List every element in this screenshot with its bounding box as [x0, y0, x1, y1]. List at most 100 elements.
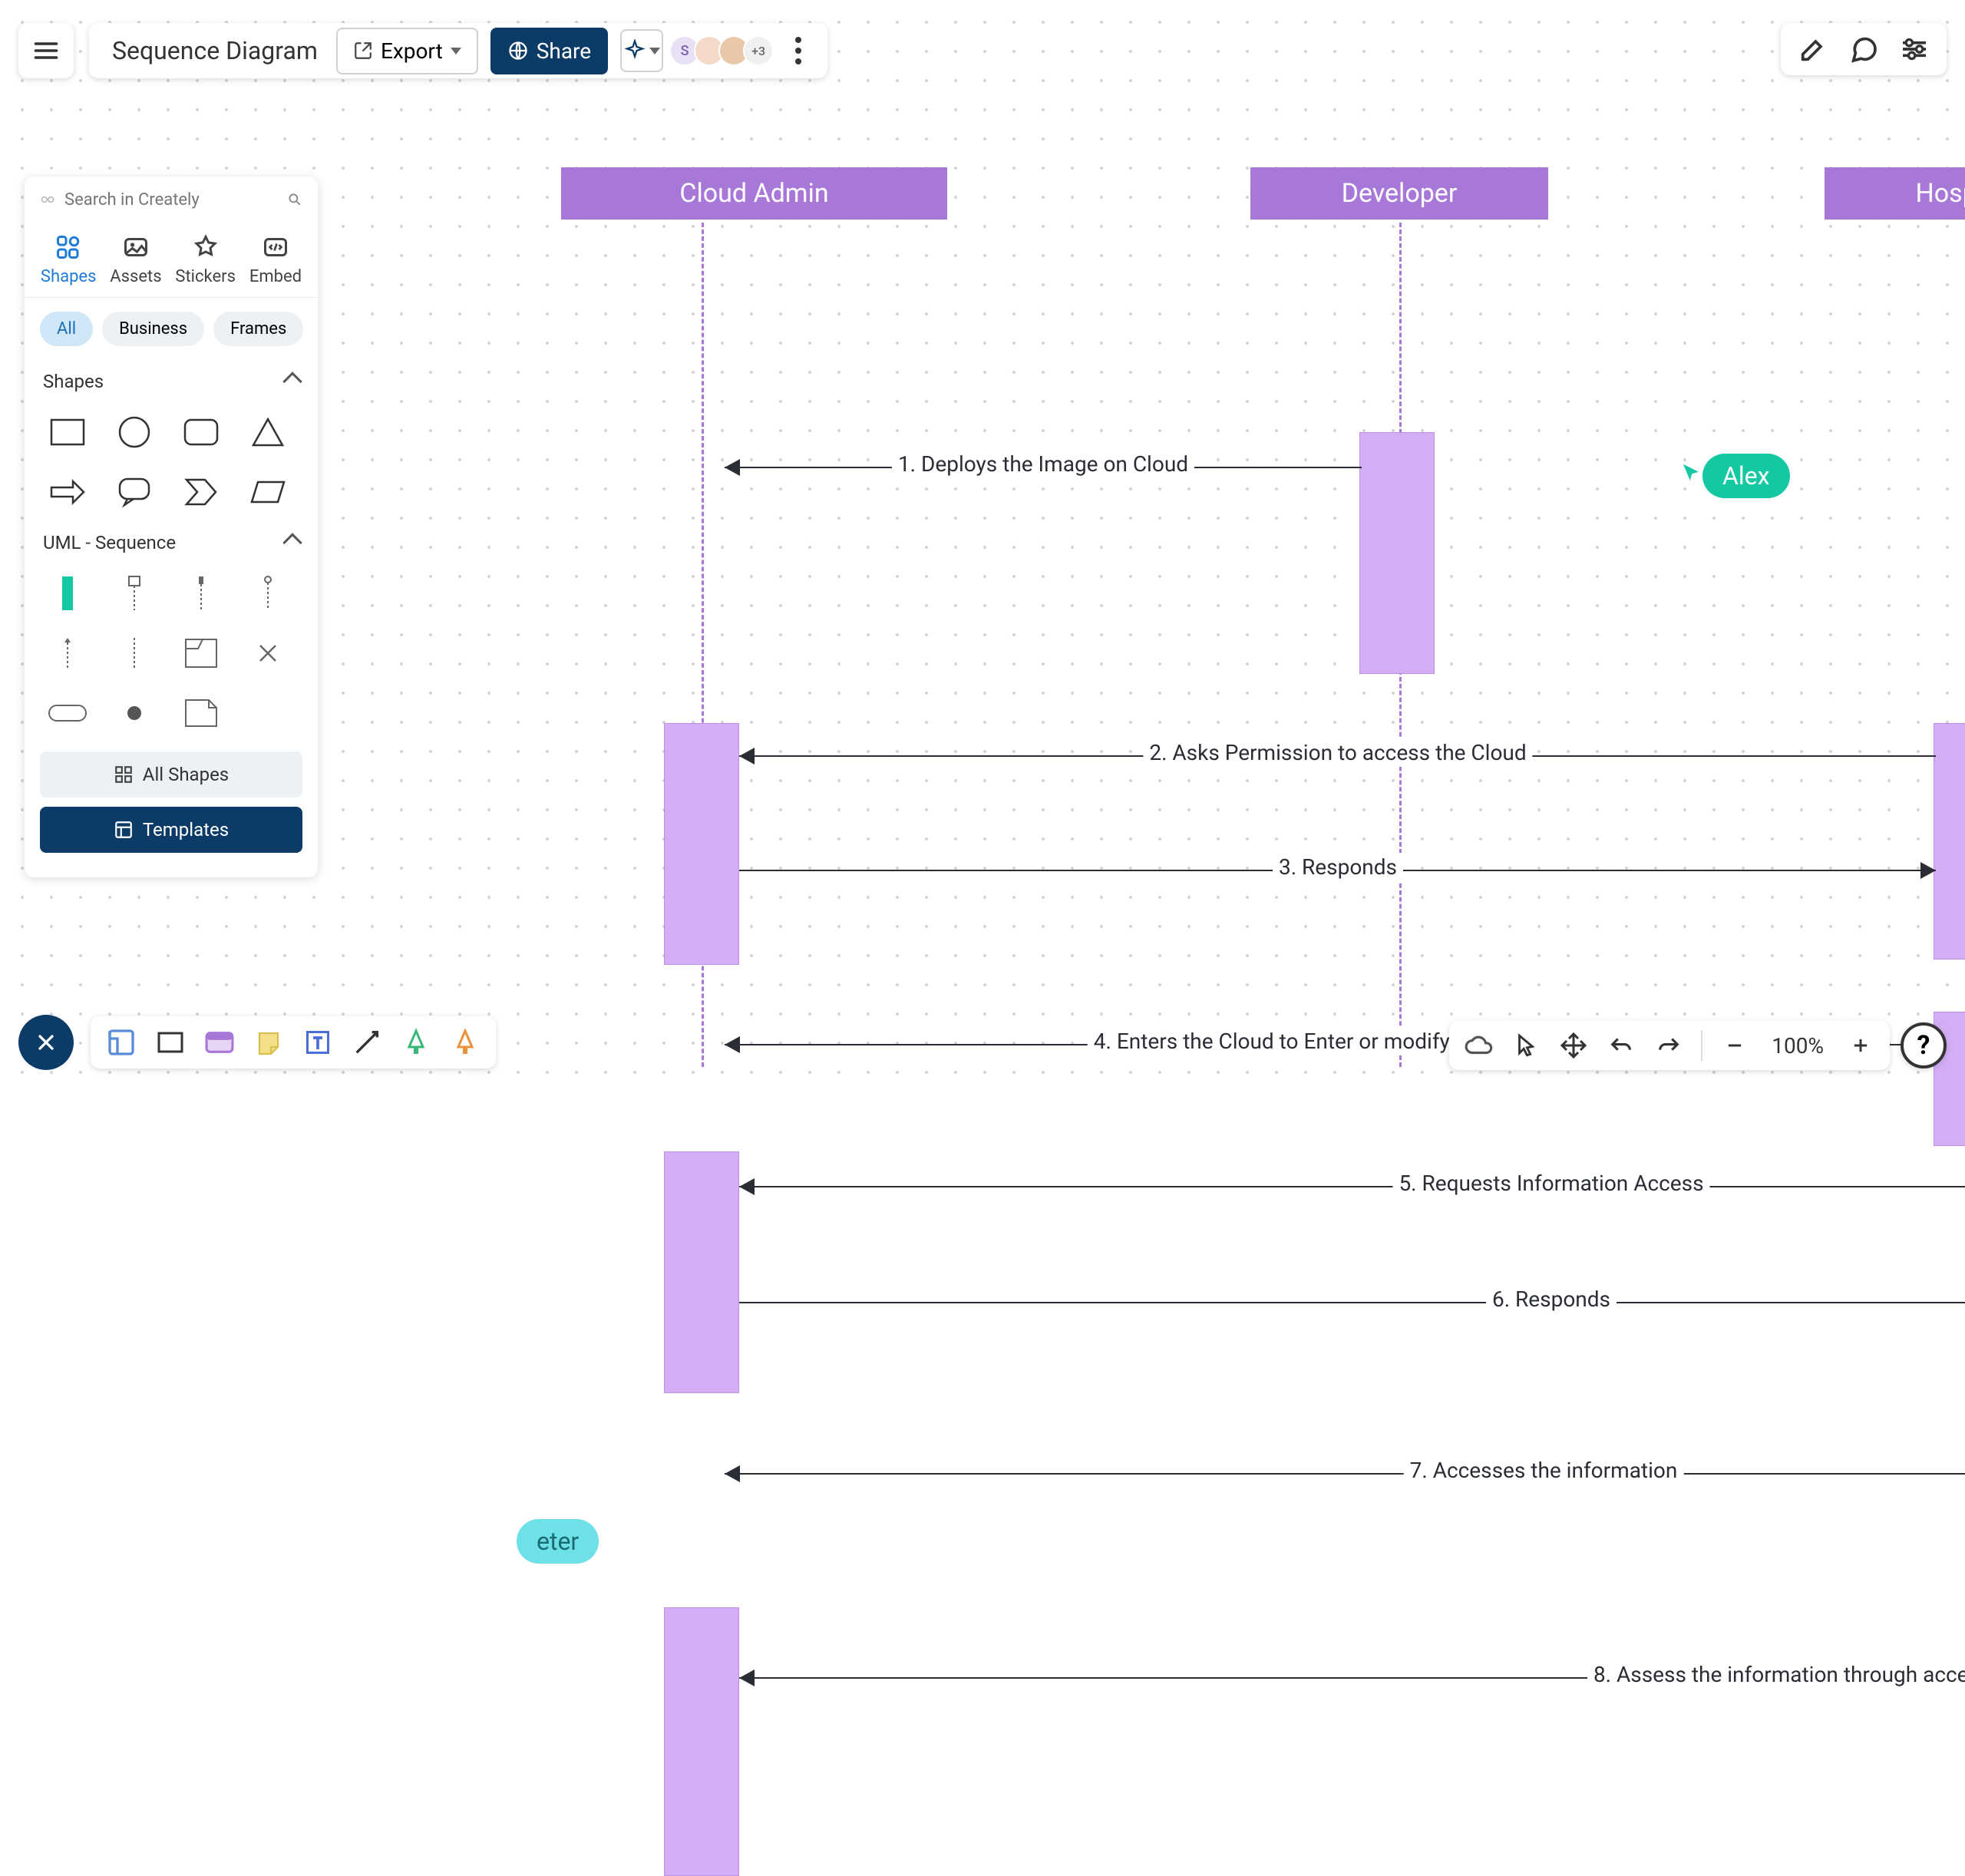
menu-button[interactable]	[18, 23, 74, 78]
document-title[interactable]: Sequence Diagram	[106, 36, 324, 65]
uml-fragment[interactable]	[180, 632, 223, 675]
chip-business[interactable]: Business	[102, 312, 204, 346]
arrow-head-icon	[1920, 862, 1936, 879]
tool-rect[interactable]	[154, 1026, 187, 1059]
shape-rectangle[interactable]	[46, 411, 89, 454]
message-label: 8. Assess the information through access…	[1587, 1660, 1965, 1689]
cursor-pointer-icon	[1679, 461, 1702, 484]
tool-card[interactable]	[203, 1026, 236, 1059]
hamburger-icon	[32, 37, 60, 64]
message-line[interactable]	[739, 1302, 1965, 1303]
comment-icon[interactable]	[1848, 34, 1879, 64]
tool-frame[interactable]	[104, 1026, 138, 1059]
pan-tool[interactable]	[1558, 1030, 1589, 1061]
shapes-panel: Shapes Assets Stickers Embed All Busines…	[25, 177, 318, 877]
shape-circle[interactable]	[113, 411, 156, 454]
tab-stickers[interactable]: Stickers	[175, 233, 236, 286]
section-shapes-header[interactable]: Shapes	[25, 360, 318, 403]
templates-label: Templates	[143, 819, 229, 841]
arrow-head-icon	[739, 1670, 755, 1686]
search-input[interactable]	[64, 190, 278, 210]
activation-bar[interactable]	[664, 1607, 739, 1876]
close-icon	[34, 1030, 58, 1055]
collaborator-cursor-alex: Alex	[1679, 451, 1790, 498]
export-label: Export	[381, 38, 443, 64]
more-options-button[interactable]	[786, 32, 811, 69]
help-button[interactable]: ?	[1901, 1022, 1947, 1068]
section-uml-header[interactable]: UML - Sequence	[25, 521, 318, 564]
search-row	[25, 177, 318, 223]
message-line[interactable]	[725, 1473, 1965, 1475]
activation-bar[interactable]	[1934, 723, 1965, 959]
tab-embed[interactable]: Embed	[249, 233, 302, 286]
top-right-toolbar	[1781, 23, 1947, 75]
message-label: 5. Requests Information Access	[1392, 1169, 1709, 1197]
cloud-sync-icon[interactable]	[1463, 1030, 1494, 1061]
cursor-tool[interactable]	[1511, 1030, 1541, 1061]
top-toolbar: Sequence Diagram Export Share S +3	[18, 23, 827, 78]
tool-highlighter[interactable]	[448, 1026, 482, 1059]
uml-destroy[interactable]	[246, 632, 289, 675]
zoom-level[interactable]: 100%	[1767, 1033, 1828, 1059]
uml-lifeline-arrow[interactable]	[46, 632, 89, 675]
collaborator-avatars[interactable]: S +3	[675, 35, 774, 66]
actor-hospitals[interactable]: Hospitals	[1825, 167, 1965, 220]
globe-icon	[507, 40, 529, 61]
chip-all[interactable]: All	[40, 312, 93, 346]
sidebar-tabs: Shapes Assets Stickers Embed	[25, 223, 318, 298]
activation-bar[interactable]	[664, 723, 739, 965]
message-label: 7. Accesses the information	[1404, 1456, 1684, 1485]
collaborator-cursor-eter: eter	[517, 1516, 599, 1564]
shape-rounded-rect[interactable]	[180, 411, 223, 454]
zoom-in-button[interactable]	[1845, 1030, 1876, 1061]
uml-note[interactable]	[180, 692, 223, 735]
tab-assets[interactable]: Assets	[110, 233, 161, 286]
chip-frames[interactable]: Frames	[213, 312, 303, 346]
section-uml-label: UML - Sequence	[43, 532, 176, 553]
tool-connector[interactable]	[350, 1026, 384, 1059]
chevron-up-icon	[282, 372, 302, 391]
uml-lifeline-open[interactable]	[246, 572, 289, 615]
all-shapes-button[interactable]: All Shapes	[40, 751, 302, 798]
actor-developer[interactable]: Developer	[1250, 167, 1548, 220]
tab-shapes[interactable]: Shapes	[41, 233, 97, 286]
shape-parallelogram[interactable]	[246, 471, 289, 514]
settings-sliders-icon[interactable]	[1899, 34, 1930, 64]
tool-text[interactable]	[301, 1026, 335, 1059]
share-button[interactable]: Share	[490, 28, 608, 74]
uml-lifeline-dash[interactable]	[113, 632, 156, 675]
redo-button[interactable]	[1653, 1030, 1684, 1061]
shape-arrow-right[interactable]	[46, 471, 89, 514]
shape-tools-toolbar	[91, 1016, 496, 1068]
zoom-out-button[interactable]	[1719, 1030, 1750, 1061]
shape-chevron[interactable]	[180, 471, 223, 514]
close-fab[interactable]	[18, 1015, 74, 1070]
ai-assistant-button[interactable]	[620, 29, 663, 72]
uml-activation[interactable]	[46, 572, 89, 615]
chevron-up-icon	[282, 533, 302, 552]
tool-pen[interactable]	[399, 1026, 433, 1059]
avatar-more[interactable]: +3	[743, 35, 774, 66]
tool-sticky[interactable]	[252, 1026, 286, 1059]
creately-logo-icon	[40, 189, 55, 210]
arrow-head-icon	[739, 1178, 755, 1195]
assets-tab-icon	[122, 233, 150, 261]
uml-filled-circle[interactable]	[113, 692, 156, 735]
templates-button[interactable]: Templates	[40, 807, 302, 853]
message-label: 2. Asks Permission to access the Cloud	[1143, 738, 1532, 767]
edit-icon[interactable]	[1798, 34, 1828, 64]
message-line[interactable]	[739, 1186, 1965, 1187]
export-button[interactable]: Export	[336, 28, 478, 74]
actor-cloud-admin[interactable]: Cloud Admin	[561, 167, 947, 220]
bottom-left-toolbar	[18, 1015, 496, 1070]
uml-lifeline-box[interactable]	[113, 572, 156, 615]
undo-button[interactable]	[1606, 1030, 1636, 1061]
activation-bar[interactable]	[664, 1151, 739, 1393]
shape-triangle[interactable]	[246, 411, 289, 454]
search-icon[interactable]	[287, 189, 302, 210]
uml-capsule[interactable]	[46, 692, 89, 735]
divider	[1701, 1030, 1702, 1061]
activation-bar[interactable]	[1359, 432, 1435, 674]
uml-lifeline-bar[interactable]	[180, 572, 223, 615]
shape-speech-bubble[interactable]	[113, 471, 156, 514]
